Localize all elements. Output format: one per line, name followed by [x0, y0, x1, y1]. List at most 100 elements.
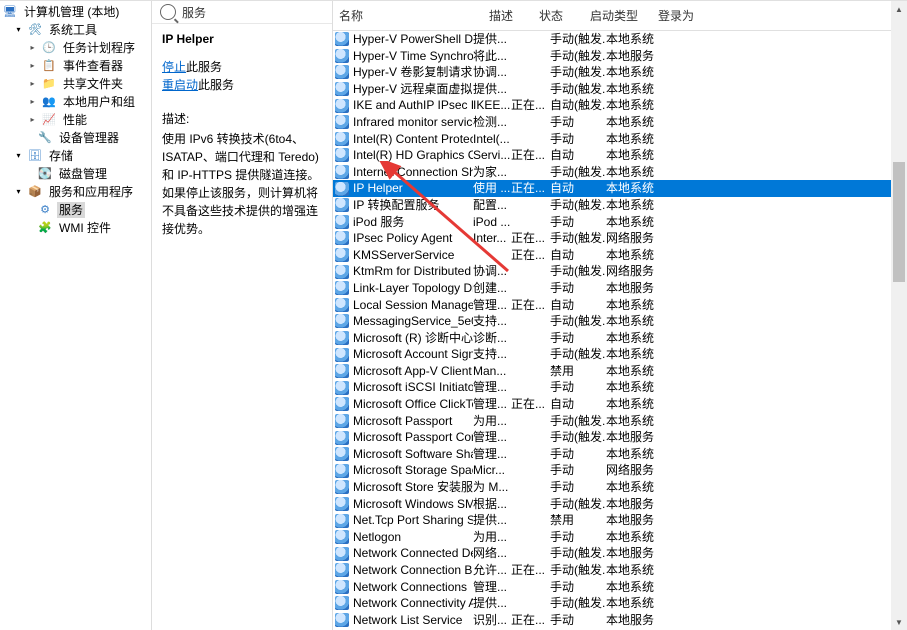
- tree-system-tools[interactable]: 🛠 系统工具: [0, 21, 151, 39]
- service-row[interactable]: Hyper-V Time Synchroniza...将此...手动(触发...…: [333, 48, 907, 65]
- service-icon: [335, 248, 349, 262]
- service-row[interactable]: Network Connections管理...手动本地系统: [333, 579, 907, 596]
- service-row[interactable]: Microsoft Store 安装服务为 M...手动本地系统: [333, 479, 907, 496]
- service-startup: 手动(触发...: [550, 313, 606, 330]
- service-startup: 手动: [550, 529, 606, 546]
- service-desc: IKEE...: [473, 97, 511, 114]
- column-header-desc[interactable]: 描述: [483, 1, 533, 30]
- vertical-scrollbar[interactable]: ▲ ▼: [891, 1, 907, 630]
- service-startup: 手动: [550, 114, 606, 131]
- tree-services-apps[interactable]: 📦 服务和应用程序: [0, 183, 151, 201]
- service-row[interactable]: iPod 服务iPod ...手动本地系统: [333, 214, 907, 231]
- service-row[interactable]: IKE and AuthIP IPsec Keying...IKEE...正在.…: [333, 97, 907, 114]
- service-startup: 手动: [550, 612, 606, 629]
- expander-icon[interactable]: [14, 152, 23, 161]
- column-header-status[interactable]: 状态: [533, 1, 584, 30]
- service-desc: iPod ...: [473, 214, 511, 231]
- service-icon: [335, 331, 349, 345]
- service-row[interactable]: Hyper-V 卷影复制请求程序协调...手动(触发...本地系统: [333, 64, 907, 81]
- tree-event-viewer[interactable]: 📋 事件查看器: [0, 57, 151, 75]
- service-row[interactable]: Net.Tcp Port Sharing Service提供...禁用本地服务: [333, 512, 907, 529]
- service-row[interactable]: KMSServerService正在...自动本地系统: [333, 247, 907, 264]
- service-row[interactable]: Microsoft Account Sign-in ...支持...手动(触发.…: [333, 346, 907, 363]
- service-logon: 本地系统: [606, 297, 666, 314]
- service-desc: 提供...: [473, 595, 511, 612]
- service-row[interactable]: Microsoft App-V ClientMan...禁用本地系统: [333, 363, 907, 380]
- service-startup: 手动(触发...: [550, 413, 606, 430]
- service-icon: [335, 414, 349, 428]
- service-name: Network List Service: [353, 612, 462, 629]
- service-row[interactable]: Microsoft iSCSI Initiator Ser...管理...手动本…: [333, 379, 907, 396]
- column-header-name[interactable]: 名称: [333, 1, 483, 30]
- service-startup: 手动: [550, 280, 606, 297]
- service-row[interactable]: Netlogon为用...手动本地系统: [333, 529, 907, 546]
- stop-service-link[interactable]: 停止: [162, 60, 186, 74]
- column-header-startup[interactable]: 启动类型: [584, 1, 652, 30]
- tree-device-manager[interactable]: 🔧 设备管理器: [0, 129, 151, 147]
- service-desc: 检测...: [473, 114, 511, 131]
- service-row[interactable]: Infrared monitor service检测...手动本地系统: [333, 114, 907, 131]
- service-row[interactable]: Microsoft Office ClickToRu...管理...正在...自…: [333, 396, 907, 413]
- service-row[interactable]: Microsoft Storage Spaces S...Micr...手动网络…: [333, 462, 907, 479]
- service-icon: [335, 364, 349, 378]
- service-logon: 本地服务: [606, 48, 666, 65]
- search-bar[interactable]: 服务: [152, 1, 332, 24]
- tree-task-scheduler[interactable]: 🕒 任务计划程序: [0, 39, 151, 57]
- service-name: MessagingService_5e076: [353, 313, 473, 330]
- service-row[interactable]: Microsoft Windows SMS 路...根据...手动(触发...本…: [333, 496, 907, 513]
- tree-disk-mgmt[interactable]: 💽 磁盘管理: [0, 165, 151, 183]
- service-row[interactable]: Intel(R) Content Protection ...Intel(...…: [333, 131, 907, 148]
- service-logon: 本地系统: [606, 180, 666, 197]
- service-row[interactable]: KtmRm for Distributed Tra...协调...手动(触发..…: [333, 263, 907, 280]
- service-startup: 手动(触发...: [550, 197, 606, 214]
- service-row[interactable]: Network Connection Broker允许...正在...手动(触发…: [333, 562, 907, 579]
- scroll-down-button[interactable]: ▼: [891, 614, 907, 630]
- expander-icon[interactable]: [28, 44, 37, 53]
- service-row[interactable]: Microsoft Passport Container管理...手动(触发..…: [333, 429, 907, 446]
- expander-icon[interactable]: [28, 62, 37, 71]
- service-row[interactable]: IP Helper使用 ...正在...自动本地系统: [333, 180, 907, 197]
- nav-tree[interactable]: 🖥 计算机管理 (本地) 🛠 系统工具 🕒 任务计划程序 📋 事件查看器 📁 共…: [0, 1, 152, 630]
- scrollbar-track[interactable]: [891, 17, 907, 614]
- service-desc: 管理...: [473, 446, 511, 463]
- service-name: Link-Layer Topology Disco...: [353, 280, 473, 297]
- service-row[interactable]: Hyper-V 远程桌面虚拟化服务提供...手动(触发...本地系统: [333, 81, 907, 98]
- service-row[interactable]: Link-Layer Topology Disco...创建...手动本地服务: [333, 280, 907, 297]
- service-name: Microsoft App-V Client: [353, 363, 472, 380]
- service-row[interactable]: MessagingService_5e076支持...手动(触发...本地系统: [333, 313, 907, 330]
- column-header-logon[interactable]: 登录为: [652, 1, 724, 30]
- service-row[interactable]: Microsoft (R) 诊断中心标准...诊断...手动本地系统: [333, 330, 907, 347]
- expander-icon[interactable]: [14, 188, 23, 197]
- expander-icon[interactable]: [14, 26, 23, 35]
- services-rows[interactable]: Hyper-V PowerShell Direct ...提供...手动(触发.…: [333, 31, 907, 628]
- service-row[interactable]: IP 转换配置服务配置...手动(触发...本地系统: [333, 197, 907, 214]
- expander-icon[interactable]: [28, 116, 37, 125]
- service-row[interactable]: Microsoft Software Shadow...管理...手动本地系统: [333, 446, 907, 463]
- service-row[interactable]: IPsec Policy AgentInter...正在...手动(触发...网…: [333, 230, 907, 247]
- service-row[interactable]: Internet Connection Sharin...为家...手动(触发.…: [333, 164, 907, 181]
- expander-icon[interactable]: [28, 80, 37, 89]
- service-row[interactable]: Network Connected Device...网络...手动(触发...…: [333, 545, 907, 562]
- service-row[interactable]: Intel(R) HD Graphics Contr...Servi...正在.…: [333, 147, 907, 164]
- service-status: 正在...: [511, 612, 550, 629]
- tree-shared-folders[interactable]: 📁 共享文件夹: [0, 75, 151, 93]
- restart-service-link[interactable]: 重启动: [162, 78, 198, 92]
- tree-label: 存储: [47, 148, 75, 164]
- tree-storage[interactable]: 🗄 存储: [0, 147, 151, 165]
- tree-services[interactable]: ⚙ 服务: [0, 201, 151, 219]
- service-row[interactable]: Network List Service识别...正在...手动本地服务: [333, 612, 907, 629]
- service-row[interactable]: Microsoft Passport为用...手动(触发...本地系统: [333, 413, 907, 430]
- tree-performance[interactable]: 📈 性能: [0, 111, 151, 129]
- tree-local-users[interactable]: 👥 本地用户和组: [0, 93, 151, 111]
- service-row[interactable]: Hyper-V PowerShell Direct ...提供...手动(触发.…: [333, 31, 907, 48]
- tree-root[interactable]: 🖥 计算机管理 (本地): [0, 3, 151, 21]
- service-logon: 本地系统: [606, 413, 666, 430]
- tree-wmi[interactable]: 🧩 WMI 控件: [0, 219, 151, 237]
- service-logon: 网络服务: [606, 263, 666, 280]
- tree-label: 服务和应用程序: [47, 184, 135, 200]
- expander-icon[interactable]: [28, 98, 37, 107]
- scrollbar-thumb[interactable]: [893, 162, 905, 282]
- service-row[interactable]: Network Connectivity Assis...提供...手动(触发.…: [333, 595, 907, 612]
- service-row[interactable]: Local Session Manager管理...正在...自动本地系统: [333, 297, 907, 314]
- scroll-up-button[interactable]: ▲: [891, 1, 907, 17]
